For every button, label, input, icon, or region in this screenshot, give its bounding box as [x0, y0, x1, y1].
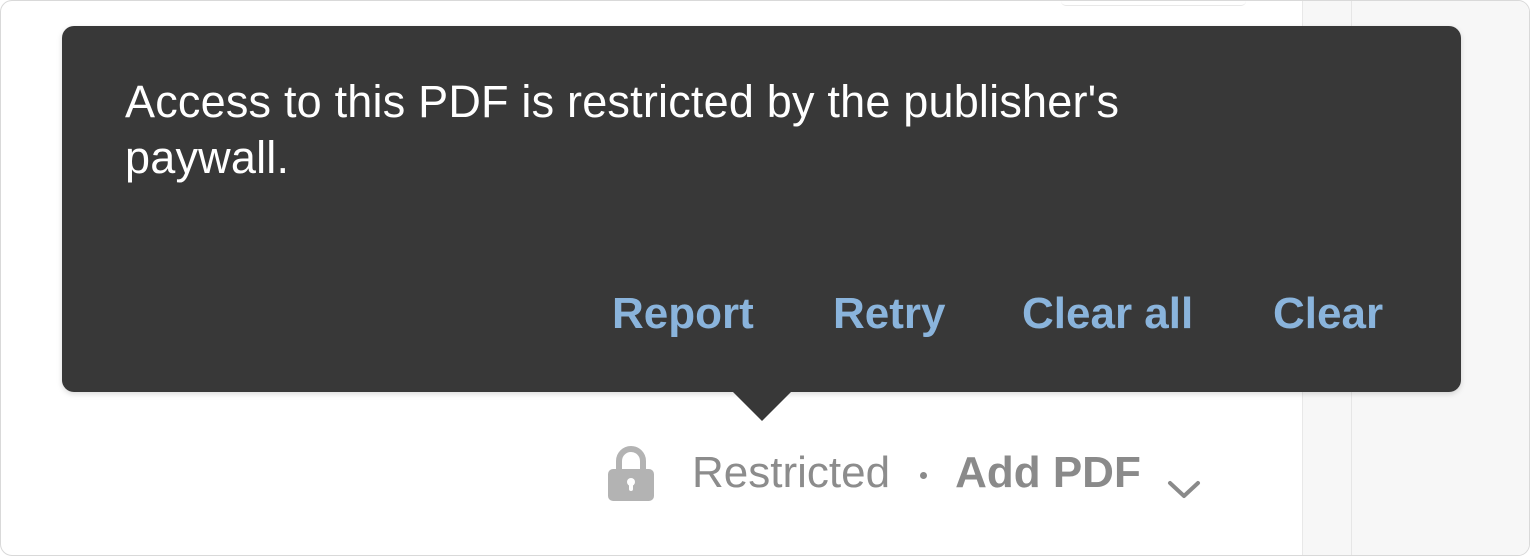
tooltip-message: Access to this PDF is restricted by the … [125, 76, 1120, 183]
add-pdf-dropdown[interactable]: Add PDF [955, 448, 1201, 498]
lock-icon [604, 444, 658, 502]
clear-button[interactable]: Clear [1273, 284, 1383, 344]
paywall-tooltip: Access to this PDF is restricted by the … [62, 26, 1461, 392]
chevron-down-icon [1167, 462, 1201, 498]
pdf-status-row: Restricted Add PDF [604, 441, 1201, 505]
clear-all-button[interactable]: Clear all [1022, 284, 1193, 344]
tooltip-actions: Report Retry Clear all Clear [62, 284, 1461, 344]
restricted-label: Restricted [692, 448, 891, 497]
top-tab-edge [1061, 1, 1246, 6]
app-frame: Access to this PDF is restricted by the … [0, 0, 1530, 556]
retry-button[interactable]: Retry [833, 284, 946, 344]
add-pdf-label: Add PDF [955, 448, 1141, 497]
report-button[interactable]: Report [612, 284, 754, 344]
tooltip-arrow [733, 392, 791, 421]
separator-dot [920, 471, 928, 479]
